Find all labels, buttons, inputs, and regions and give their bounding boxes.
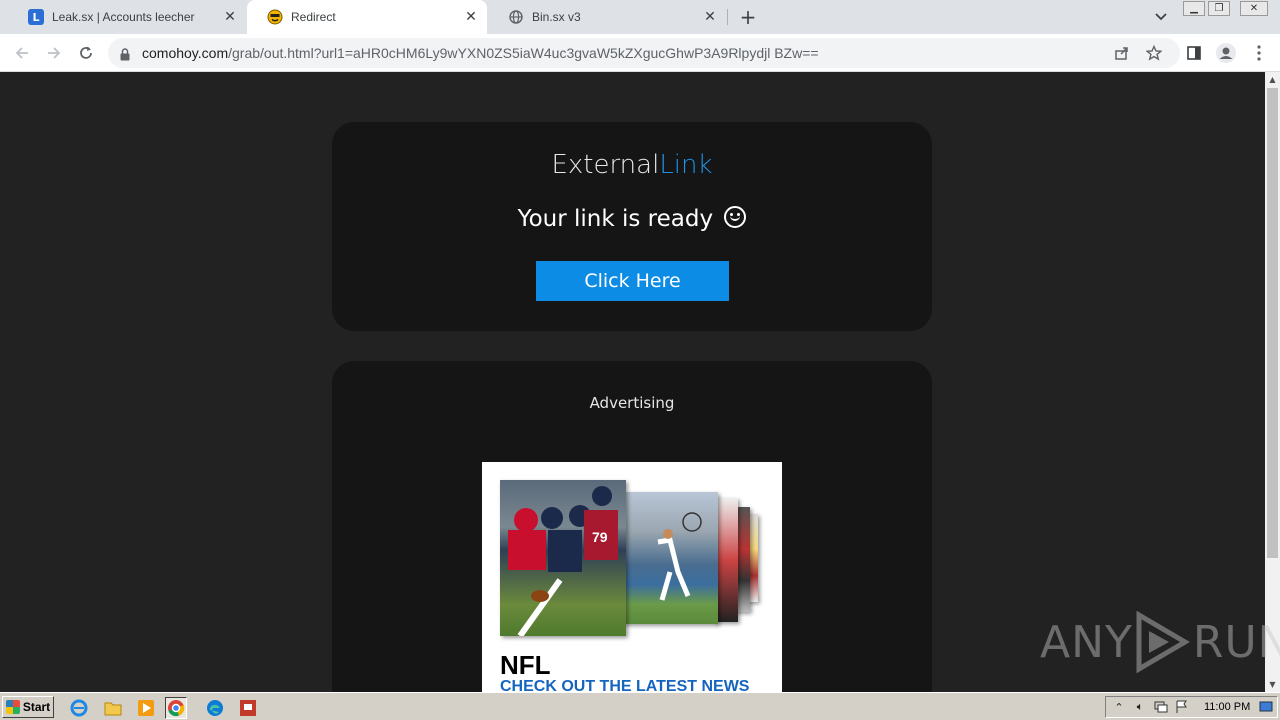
tab-search-chevron-icon[interactable] bbox=[1150, 6, 1172, 28]
url-text: comohoy.com/grab/out.html?url1=aHR0cHM6L… bbox=[142, 45, 819, 61]
reload-icon[interactable] bbox=[74, 41, 98, 65]
scroll-down-arrow-icon[interactable]: ▼ bbox=[1265, 677, 1280, 692]
action-center-flag-icon[interactable] bbox=[1174, 699, 1190, 715]
url-host: comohoy.com bbox=[142, 45, 229, 61]
chrome-taskbar-icon[interactable] bbox=[165, 697, 187, 719]
tray-expand-icon[interactable]: ⌃ bbox=[1111, 699, 1127, 715]
close-tab-icon[interactable]: ✕ bbox=[222, 9, 238, 25]
forward-arrow-icon[interactable] bbox=[42, 41, 66, 65]
url-path: /grab/out.html?url1=aHR0cHM6Ly9wYXN0ZS5i… bbox=[228, 45, 819, 61]
profile-avatar-icon[interactable] bbox=[1214, 41, 1238, 65]
redirect-favicon-icon bbox=[267, 9, 283, 25]
play-triangle-icon bbox=[1136, 611, 1190, 673]
windows-taskbar: Start ⌃ 🔈︎ 11:00 PM bbox=[0, 692, 1280, 720]
advertising-card: Advertising 79 NFL CHECK OUT THE LATEST … bbox=[332, 361, 932, 692]
brand-external: External bbox=[551, 150, 660, 180]
tab-strip: L Leak.sx | Accounts leecher ✕ Redirect … bbox=[0, 0, 1280, 34]
smiley-icon bbox=[724, 206, 747, 228]
start-button[interactable]: Start bbox=[2, 696, 54, 718]
back-arrow-icon[interactable] bbox=[10, 41, 34, 65]
close-tab-icon[interactable]: ✕ bbox=[702, 9, 718, 25]
tab-redirect[interactable]: Redirect ✕ bbox=[247, 0, 487, 34]
ad-banner[interactable]: 79 NFL CHECK OUT THE LATEST NEWS bbox=[482, 462, 782, 692]
show-desktop-icon[interactable] bbox=[1258, 699, 1274, 715]
brand-link: Link bbox=[659, 150, 713, 180]
share-icon[interactable] bbox=[1110, 41, 1134, 65]
tab-separator bbox=[727, 9, 728, 25]
side-panel-icon[interactable] bbox=[1182, 41, 1206, 65]
menu-kebab-icon[interactable] bbox=[1247, 41, 1271, 65]
edge-icon[interactable] bbox=[204, 697, 226, 719]
tab-leak[interactable]: L Leak.sx | Accounts leecher ✕ bbox=[8, 0, 246, 34]
internet-explorer-icon[interactable] bbox=[68, 697, 90, 719]
media-player-icon[interactable] bbox=[135, 697, 157, 719]
address-bar[interactable]: comohoy.com/grab/out.html?url1=aHR0cHM6L… bbox=[108, 38, 1180, 68]
bookmark-star-icon[interactable] bbox=[1142, 41, 1166, 65]
external-link-card: ExternalLink Your link is ready Click He… bbox=[332, 122, 932, 331]
page-viewport: ExternalLink Your link is ready Click He… bbox=[0, 72, 1265, 692]
brand-logo: ExternalLink bbox=[332, 150, 932, 180]
tab-title: Leak.sx | Accounts leecher bbox=[52, 10, 195, 24]
ad-subtitle: CHECK OUT THE LATEST NEWS bbox=[500, 678, 750, 692]
scroll-thumb[interactable] bbox=[1267, 88, 1278, 558]
windows-flag-icon bbox=[5, 700, 20, 714]
svg-text:79: 79 bbox=[592, 529, 608, 545]
advertising-label: Advertising bbox=[589, 394, 675, 412]
vertical-scrollbar[interactable]: ▲ ▼ bbox=[1265, 72, 1280, 692]
clock: 11:00 PM bbox=[1204, 701, 1251, 713]
tab-title: Redirect bbox=[291, 10, 336, 24]
ad-title: NFL bbox=[500, 650, 551, 680]
file-explorer-icon[interactable] bbox=[102, 697, 124, 719]
watermark-right: RUN bbox=[1192, 616, 1280, 668]
volume-icon[interactable]: 🔈︎ bbox=[1132, 699, 1148, 715]
ready-message: Your link is ready bbox=[332, 206, 932, 232]
leak-favicon-icon: L bbox=[28, 9, 44, 25]
ready-text: Your link is ready bbox=[517, 206, 714, 232]
watermark-left: ANY bbox=[1040, 616, 1133, 668]
network-icon[interactable] bbox=[1153, 699, 1169, 715]
browser-toolbar: comohoy.com/grab/out.html?url1=aHR0cHM6L… bbox=[0, 34, 1280, 72]
anyrun-watermark: ANY RUN bbox=[1040, 607, 1280, 677]
start-label: Start bbox=[22, 700, 51, 714]
system-tray: ⌃ 🔈︎ 11:00 PM bbox=[1105, 696, 1278, 718]
ad-photo-tennis bbox=[622, 492, 718, 624]
click-here-button[interactable]: Click Here bbox=[536, 261, 729, 301]
lock-icon bbox=[120, 46, 130, 65]
close-tab-icon[interactable]: ✕ bbox=[463, 9, 479, 25]
tab-bin[interactable]: Bin.sx v3 ✕ bbox=[488, 0, 726, 34]
new-tab-button[interactable]: + bbox=[736, 5, 760, 29]
minimize-button[interactable]: ▁ bbox=[1183, 1, 1205, 16]
tab-title: Bin.sx v3 bbox=[532, 10, 581, 24]
ad-photo-football: 79 bbox=[500, 480, 626, 638]
restore-button[interactable]: ❐ bbox=[1208, 1, 1230, 16]
security-tool-icon[interactable] bbox=[237, 697, 259, 719]
globe-icon bbox=[508, 9, 524, 25]
scroll-up-arrow-icon[interactable]: ▲ bbox=[1265, 72, 1280, 87]
close-window-button[interactable]: ✕ bbox=[1240, 1, 1268, 16]
